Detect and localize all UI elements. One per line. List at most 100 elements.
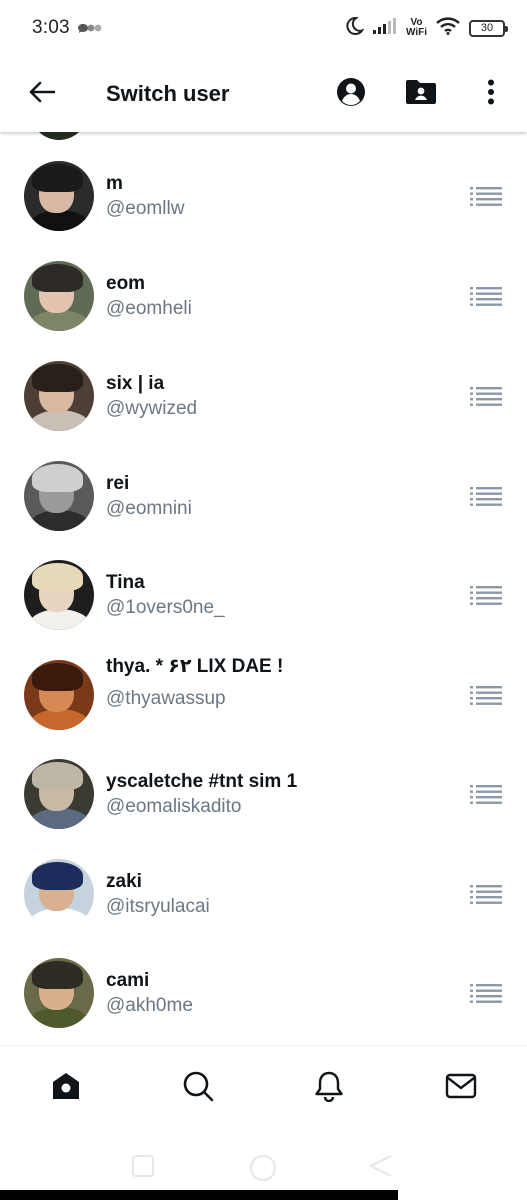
square-icon (130, 1155, 156, 1183)
avatar-hair (32, 960, 83, 989)
avatar-body (27, 310, 91, 331)
avatar (24, 560, 94, 630)
avatar-body (27, 210, 91, 231)
status-right: Vo WiFi 30 (344, 16, 508, 41)
more-vertical-icon (487, 79, 495, 110)
more-options-button[interactable] (471, 74, 511, 114)
back-button[interactable] (22, 74, 62, 114)
back-system-button[interactable] (368, 1153, 394, 1184)
reorder-handle-icon[interactable] (469, 379, 503, 413)
account-text: eom @eomheli (106, 273, 192, 320)
avatar-hair (32, 363, 83, 392)
account-name: zaki (106, 870, 142, 892)
account-name: six | ia (106, 372, 165, 394)
account-row[interactable]: cami @akh0me (0, 945, 527, 1041)
triangle-back-icon (368, 1155, 394, 1183)
account-row[interactable]: thya. * ۶۲ LIX DAE ! @thyawassup (0, 647, 527, 743)
avatar (24, 759, 94, 829)
vowifi-indicator: Vo WiFi (406, 18, 427, 38)
account-handle: @thyawassup (106, 688, 226, 709)
account-handle: @akh0me (106, 994, 193, 1016)
reorder-handle-icon[interactable] (469, 777, 503, 811)
folder-account-icon (405, 79, 437, 110)
avatar-body (27, 410, 91, 431)
nav-home[interactable] (41, 1064, 91, 1114)
account-handle: @eomnini (106, 497, 192, 519)
profile-button[interactable] (331, 74, 371, 114)
account-text: six | ia @wywized (106, 373, 197, 420)
reorder-handle-icon[interactable] (469, 578, 503, 612)
search-icon (182, 1070, 214, 1107)
account-row[interactable]: yscaletche #tnt sim 1 @eomaliskadito (0, 746, 527, 842)
status-bar: 3:03 Vo WiFi 30 (0, 0, 527, 56)
reorder-handle-icon[interactable] (469, 479, 503, 513)
avatar (24, 261, 94, 331)
moon-icon (344, 16, 365, 41)
reorder-handle-icon[interactable] (469, 976, 503, 1010)
avatar-body (27, 908, 91, 929)
account-name: eom (106, 272, 146, 294)
avatar-body (27, 510, 91, 531)
mail-icon (445, 1072, 477, 1105)
avatar (24, 361, 94, 431)
reorder-handle-icon[interactable] (469, 279, 503, 313)
account-row[interactable]: rei @eomnini (0, 448, 527, 544)
notification-dots-icon (76, 22, 102, 34)
account-handle: @eomaliskadito (106, 795, 242, 817)
wifi-icon (436, 16, 460, 40)
bell-icon (314, 1070, 344, 1107)
avatar-hair (32, 761, 83, 790)
bottom-edge-bar (0, 1190, 398, 1200)
avatar (24, 660, 94, 730)
account-name: thya. * ۶۲ LIX DAE ! (106, 656, 284, 677)
account-folder-button[interactable] (401, 74, 441, 114)
reorder-handle-icon[interactable] (469, 179, 503, 213)
account-handle: @1overs0ne_ (106, 596, 225, 618)
arrow-left-icon (29, 81, 56, 108)
avatar-hair (32, 662, 83, 691)
account-name: rei (106, 472, 130, 494)
account-handle: @eomheli (106, 297, 192, 319)
avatar-hair (32, 861, 83, 890)
reorder-handle-icon[interactable] (469, 678, 503, 712)
circle-icon (248, 1155, 278, 1187)
recent-apps-button[interactable] (130, 1153, 156, 1184)
avatar-body (27, 709, 91, 730)
account-list: m @eomllw eom @eomheli six | ia @wywized rei @e… (0, 120, 527, 1045)
account-text: m @eomllw (106, 173, 184, 220)
account-name: Tina (106, 571, 145, 593)
nav-search[interactable] (173, 1064, 223, 1114)
account-handle: @wywized (106, 397, 198, 419)
avatar-hair (32, 463, 83, 492)
home-system-button[interactable] (248, 1153, 278, 1188)
bottom-navigation (0, 1045, 527, 1131)
avatar-body (27, 1007, 91, 1028)
account-row[interactable]: zaki @itsryulacai (0, 846, 527, 942)
account-text: zaki @itsryulacai (106, 871, 210, 918)
account-text: Tina @1overs0ne_ (106, 572, 225, 619)
app-header: Switch user (0, 56, 527, 132)
nav-messages[interactable] (436, 1064, 486, 1114)
status-time: 3:03 (32, 17, 70, 38)
account-row[interactable]: six | ia @wywized (0, 348, 527, 444)
avatar (24, 461, 94, 531)
account-row[interactable]: eom @eomheli (0, 248, 527, 344)
account-circle-icon (336, 77, 366, 112)
header-actions (331, 74, 527, 114)
avatar-hair (32, 163, 83, 192)
avatar (24, 859, 94, 929)
account-handle: @eomllw (106, 197, 185, 219)
reorder-handle-icon[interactable] (469, 877, 503, 911)
home-icon (50, 1070, 82, 1107)
avatar (24, 958, 94, 1028)
account-row[interactable]: m @eomllw (0, 148, 527, 244)
account-row[interactable]: Tina @1overs0ne_ (0, 547, 527, 643)
vowifi-bottom: WiFi (405, 27, 427, 38)
account-name: yscaletche #tnt sim 1 (106, 770, 298, 792)
account-text: yscaletche #tnt sim 1 @eomaliskadito (106, 771, 297, 818)
account-name: m (106, 172, 123, 194)
avatar-body (27, 609, 91, 630)
nav-notifications[interactable] (304, 1064, 354, 1114)
avatar-hair (32, 263, 83, 292)
account-text: thya. * ۶۲ LIX DAE ! @thyawassup (106, 655, 283, 710)
